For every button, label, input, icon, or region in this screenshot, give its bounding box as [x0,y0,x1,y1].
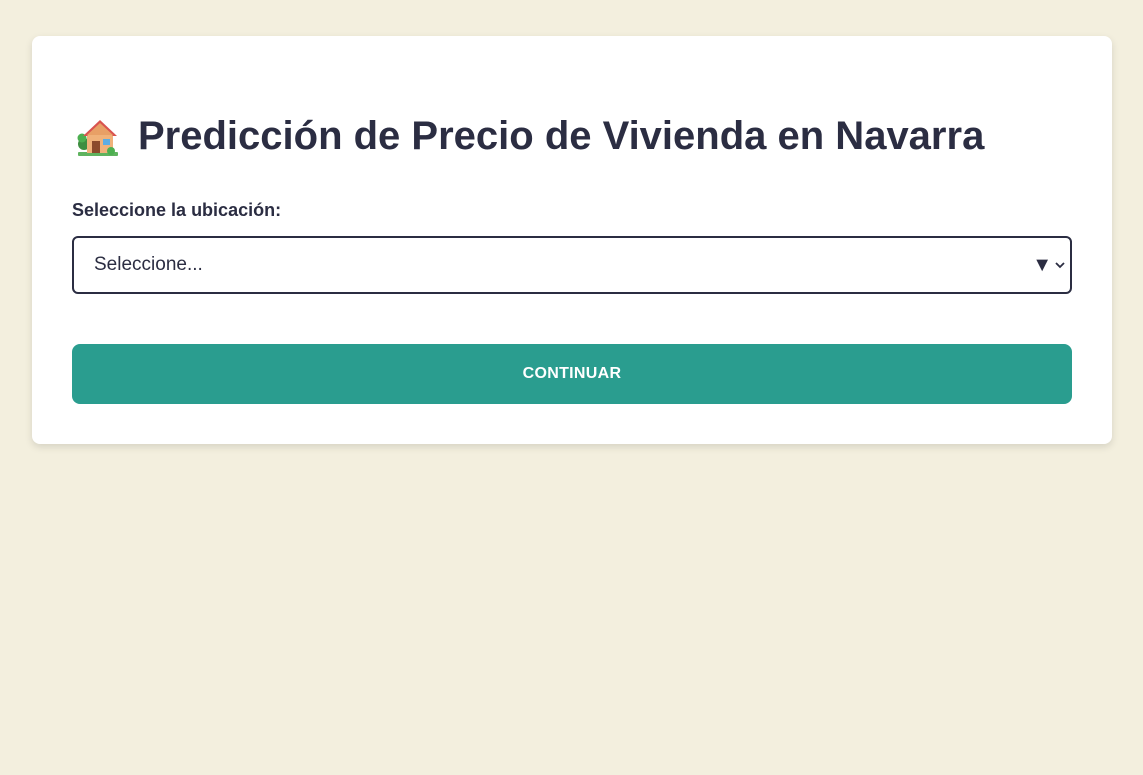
page-title: Predicción de Precio de Vivienda en Nava… [138,113,985,158]
select-arrows: ▼ [1032,255,1066,275]
title-row: Predicción de Precio de Vivienda en Nava… [76,114,984,158]
form-card: Predicción de Precio de Vivienda en Nava… [32,36,1112,444]
location-label: Seleccione la ubicación: [72,200,282,220]
triangle-down-icon: ▼ [1032,254,1052,276]
chevron-down-icon [1055,262,1065,269]
location-select[interactable]: Seleccione... ▼ [72,236,1072,294]
house-with-garden-icon [76,114,120,158]
continue-button[interactable]: CONTINUAR [72,344,1072,404]
location-select-value: Seleccione... [94,254,203,275]
